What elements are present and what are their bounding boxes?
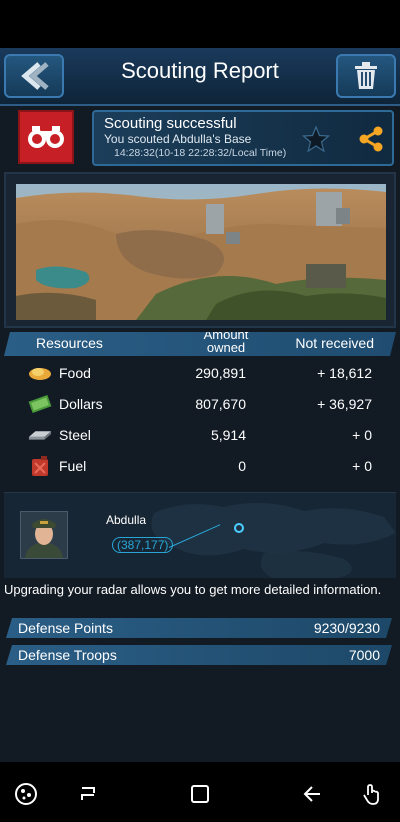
base-scene-frame — [4, 172, 396, 328]
resource-not-received: + 18,612 — [317, 365, 372, 381]
favorite-button[interactable] — [299, 122, 333, 156]
scout-status-title: Scouting successful — [104, 115, 237, 132]
back-nav-button[interactable] — [298, 780, 326, 808]
resource-amount: 0 — [238, 458, 246, 474]
scouting-report-screen: Scouting Report Scouting successful You … — [0, 48, 400, 762]
touch-gesture-icon — [363, 784, 379, 805]
amount-owned-column-header: Amount owned — [203, 328, 249, 352]
food-icon — [28, 363, 52, 383]
resource-not-received: + 0 — [352, 427, 372, 443]
fuel-icon — [28, 456, 52, 476]
resource-amount: 290,891 — [195, 365, 246, 381]
defense-points-value: 9230/9230 — [313, 620, 380, 636]
scout-target-text: You scouted Abdulla's Base — [104, 132, 252, 146]
system-navigation-bar — [0, 762, 400, 822]
target-info-panel: Abdulla (387,177) — [4, 492, 396, 578]
defense-troops-bar: Defense Troops 7000 — [6, 645, 392, 665]
binoculars-icon — [18, 110, 74, 164]
resource-row-steel: Steel 5,914 + 0 — [4, 420, 396, 451]
gesture-button[interactable] — [358, 780, 386, 808]
resource-amount: 5,914 — [210, 427, 246, 443]
status-bar — [0, 0, 400, 48]
page-title: Scouting Report — [121, 58, 279, 83]
defense-troops-value: 7000 — [348, 647, 380, 663]
steel-icon — [28, 425, 52, 445]
resources-column-header: Resources — [36, 335, 103, 351]
scout-info-panel: Scouting successful You scouted Abdulla'… — [92, 110, 394, 166]
resource-not-received: + 0 — [352, 458, 372, 474]
recent-apps-button[interactable] — [74, 780, 102, 808]
target-coordinates-link[interactable]: (387,177) — [112, 537, 174, 553]
map-location-marker-icon — [234, 523, 244, 533]
resource-name: Fuel — [59, 458, 87, 474]
not-received-column-header: Not received — [295, 335, 374, 351]
home-button[interactable] — [186, 780, 214, 808]
commander-avatar[interactable] — [20, 511, 68, 559]
defense-points-bar: Defense Points 9230/9230 — [6, 618, 392, 638]
delete-button[interactable] — [336, 54, 396, 98]
back-button[interactable] — [4, 54, 64, 98]
assistant-button[interactable] — [12, 780, 40, 808]
back-arrow-icon — [303, 786, 320, 802]
dollars-icon — [28, 394, 52, 414]
trash-icon — [355, 62, 377, 89]
share-button[interactable] — [354, 122, 388, 156]
resource-amount: 807,670 — [195, 396, 246, 412]
resource-name: Steel — [59, 427, 91, 443]
back-arrow-icon — [21, 62, 49, 90]
radar-upgrade-note: Upgrading your radar allows you to get m… — [4, 582, 382, 597]
header: Scouting Report — [0, 48, 400, 106]
defense-points-label: Defense Points — [18, 620, 113, 636]
scout-timestamp: 14:28:32(10-18 22:28:32/Local Time) — [114, 147, 287, 159]
scout-summary: Scouting successful You scouted Abdulla'… — [4, 108, 396, 168]
resources-list: Food 290,891 + 18,612 Dollars 807,670 + … — [4, 358, 396, 482]
resource-name: Food — [59, 365, 91, 381]
assistant-icon — [15, 783, 37, 805]
target-name: Abdulla — [106, 513, 147, 527]
resource-row-dollars: Dollars 807,670 + 36,927 — [4, 389, 396, 420]
home-icon — [191, 785, 209, 803]
recent-apps-icon — [81, 787, 95, 800]
share-icon — [359, 126, 383, 152]
resources-header: Resources Amount owned Not received — [4, 332, 396, 356]
resource-name: Dollars — [59, 396, 103, 412]
resource-row-fuel: Fuel 0 + 0 — [4, 451, 396, 482]
resource-not-received: + 36,927 — [317, 396, 372, 412]
base-scene-image — [16, 184, 386, 320]
resource-row-food: Food 290,891 + 18,612 — [4, 358, 396, 389]
star-icon — [302, 125, 330, 153]
defense-troops-label: Defense Troops — [18, 647, 117, 663]
